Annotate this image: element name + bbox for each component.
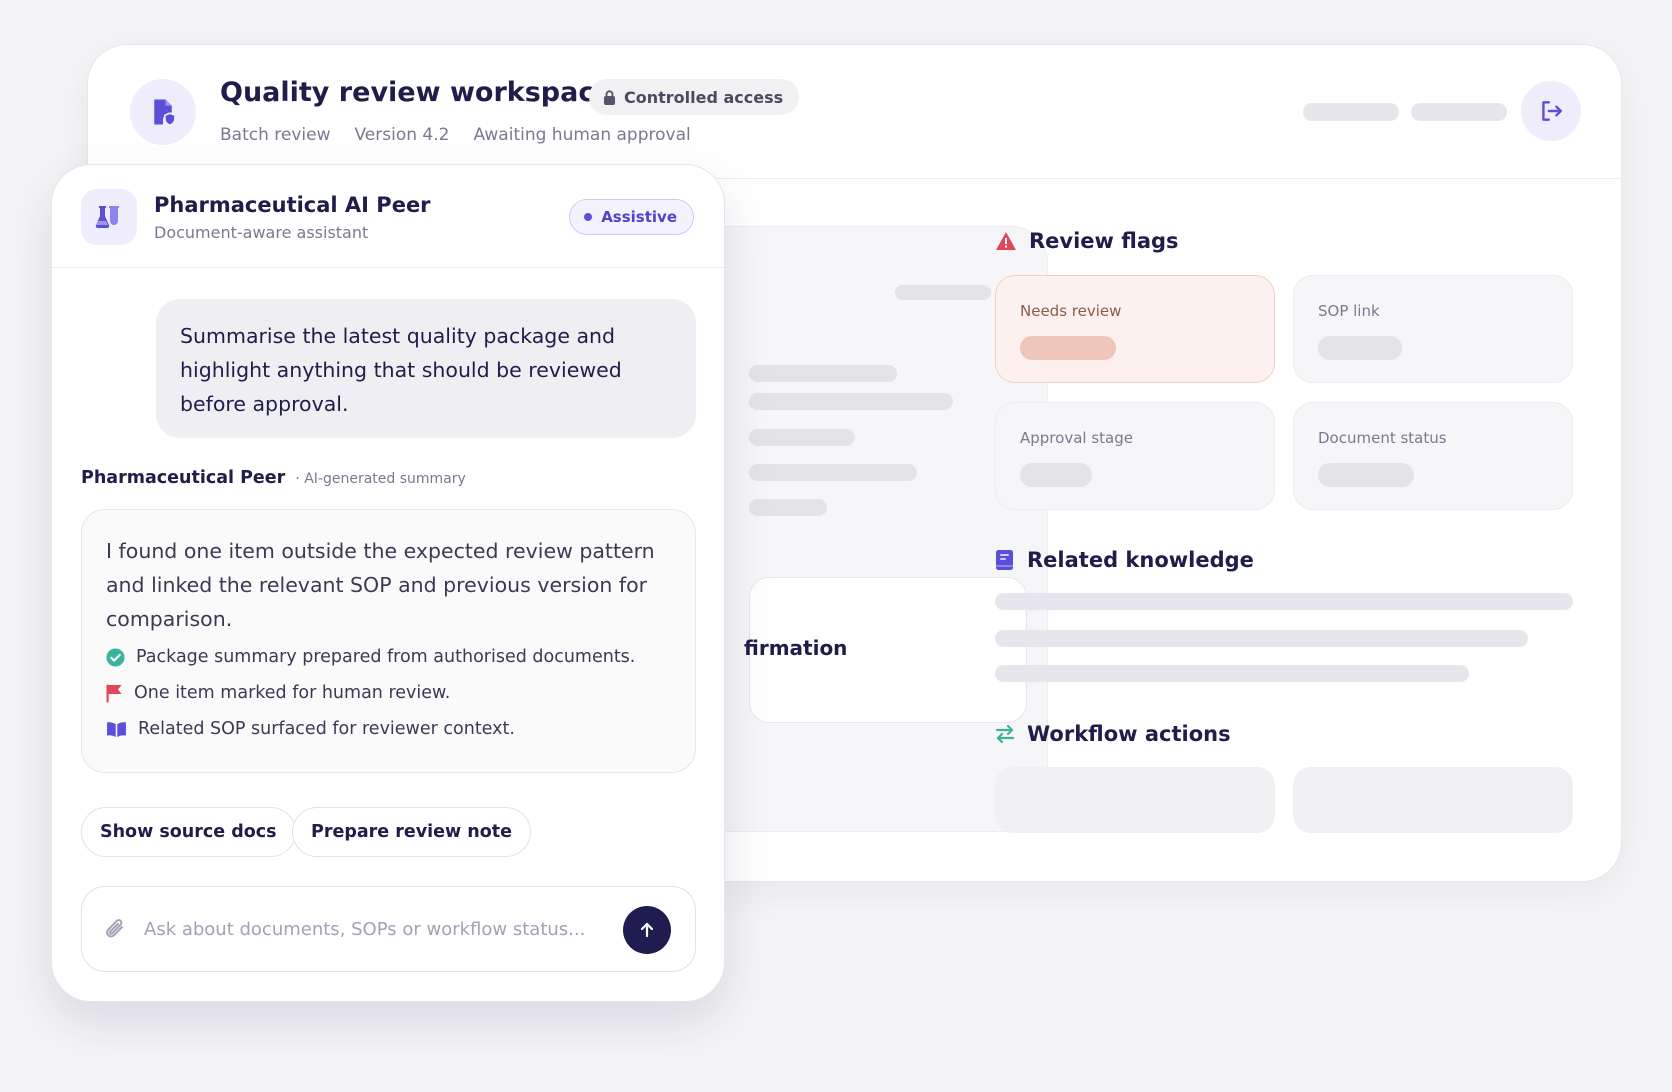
suggestion-show-source-docs[interactable]: Show source docs [81, 807, 296, 857]
placeholder-bar [749, 499, 827, 516]
assistant-name: Pharmaceutical AI Peer [154, 193, 431, 217]
placeholder-bar [749, 429, 855, 446]
flag-icon [106, 684, 122, 702]
access-badge: Controlled access [589, 79, 800, 115]
flag-value-placeholder [1318, 463, 1414, 487]
knowledge-placeholder [995, 630, 1528, 647]
chat-header: Pharmaceutical AI Peer Document-aware as… [52, 165, 724, 268]
lock-icon [604, 89, 615, 105]
paperclip-icon[interactable] [104, 916, 128, 942]
flag-value-placeholder [1020, 463, 1092, 487]
placeholder-bar [749, 365, 897, 382]
reply-text: I found one item outside the expected re… [106, 539, 655, 631]
suggestion-prepare-review-note[interactable]: Prepare review note [292, 807, 532, 857]
flag-sop-link[interactable]: SOP link [1293, 275, 1573, 383]
flag-needs-review[interactable]: Needs review [995, 275, 1275, 383]
chat-input[interactable] [144, 911, 584, 947]
book-icon [996, 550, 1013, 570]
workspace-header: Quality review workspace Controlled acce… [88, 45, 1621, 179]
placeholder-bar [749, 393, 953, 410]
review-flags-heading: Review flags [995, 229, 1179, 253]
flag-value-placeholder [1318, 336, 1402, 360]
workflow-action-placeholder[interactable] [1293, 767, 1573, 833]
assistant-reply: I found one item outside the expected re… [81, 509, 696, 773]
check-circle-icon [106, 647, 125, 667]
meta-status: Awaiting human approval [473, 125, 691, 145]
reply-author: Pharmaceutical Peer [81, 468, 286, 488]
warning-triangle-icon [996, 232, 1016, 250]
user-message: Summarise the latest quality package and… [156, 299, 696, 438]
placeholder-bar [895, 285, 991, 300]
flag-value-placeholder [1020, 336, 1116, 360]
confirmation-title: firmation [744, 636, 848, 660]
related-knowledge-heading: Related knowledge [995, 548, 1254, 572]
assistant-subtitle: Document-aware assistant [154, 223, 369, 242]
reply-bullet: Package summary prepared from authorised… [106, 647, 635, 667]
header-placeholder [1411, 103, 1507, 121]
workspace-meta: Batch review Version 4.2 Awaiting human … [220, 125, 691, 145]
meta-batch: Batch review [220, 125, 331, 145]
mode-badge: Assistive [569, 199, 694, 235]
status-dot-icon [584, 213, 593, 221]
exit-icon [1542, 101, 1562, 121]
confirmation-card: firmation [744, 577, 1027, 723]
page-title: Quality review workspace [220, 77, 613, 108]
meta-version: Version 4.2 [354, 125, 450, 145]
workflow-action-placeholder[interactable] [995, 767, 1275, 833]
arrow-up-icon [640, 922, 654, 938]
send-button[interactable] [623, 906, 671, 954]
flask-icon [81, 189, 137, 245]
chat-composer [81, 886, 696, 972]
reply-header: Pharmaceutical Peer · AI-generated summa… [81, 468, 466, 488]
reply-bullet: Related SOP surfaced for reviewer contex… [106, 719, 515, 739]
knowledge-placeholder [995, 665, 1469, 682]
header-placeholder [1303, 103, 1399, 121]
workflow-actions-heading: Workflow actions [995, 722, 1231, 746]
reply-tag: · AI-generated summary [295, 471, 466, 487]
flag-approval-stage[interactable]: Approval stage [995, 402, 1275, 510]
flag-document-status[interactable]: Document status [1293, 402, 1573, 510]
placeholder-bar [749, 464, 917, 481]
open-book-icon [107, 721, 126, 737]
ai-peer-chat-panel: Pharmaceutical AI Peer Document-aware as… [51, 164, 725, 1002]
document-shield-icon [130, 79, 196, 145]
exit-button[interactable] [1521, 81, 1581, 141]
swap-arrows-icon [995, 724, 1015, 744]
knowledge-placeholder [995, 593, 1573, 610]
access-label: Controlled access [624, 87, 784, 107]
reply-bullet: One item marked for human review. [106, 683, 450, 703]
